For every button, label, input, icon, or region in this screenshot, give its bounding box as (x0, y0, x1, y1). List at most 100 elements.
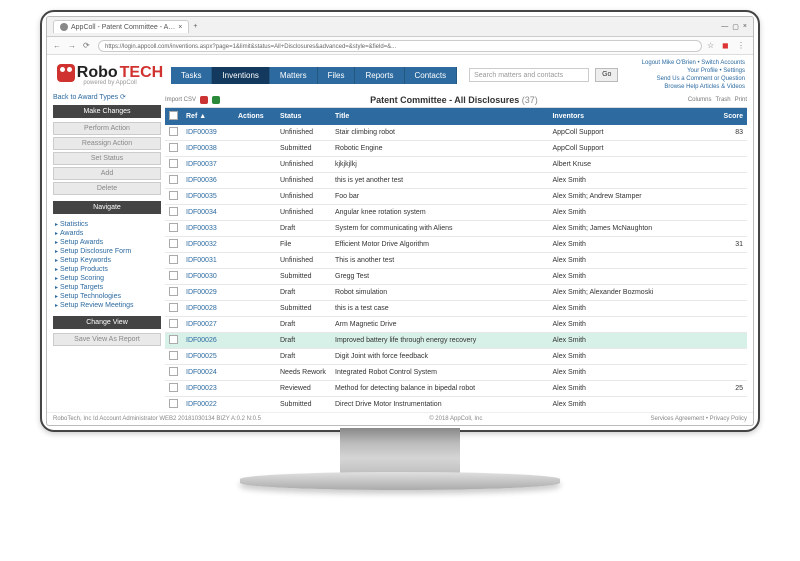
feedback-link[interactable]: Send Us a Comment or Question (657, 76, 745, 82)
table-row[interactable]: IDF00027DraftArm Magnetic DriveAlex Smit… (165, 317, 747, 333)
nav-item-statistics[interactable]: Statistics (53, 220, 161, 229)
table-row[interactable]: IDF00023ReviewedMethod for detecting bal… (165, 381, 747, 397)
col-actions[interactable]: Actions (234, 108, 276, 125)
menu-icon[interactable]: ⋮ (737, 41, 747, 51)
table-row[interactable]: IDF00038SubmittedRobotic EngineAppColl S… (165, 141, 747, 157)
row-checkbox[interactable] (169, 303, 178, 312)
row-checkbox[interactable] (169, 143, 178, 152)
row-checkbox[interactable] (169, 175, 178, 184)
action-add[interactable]: Add (53, 167, 161, 180)
extension-icon[interactable]: ◼ (722, 41, 732, 51)
row-checkbox[interactable] (169, 271, 178, 280)
cell-ref[interactable]: IDF00036 (182, 173, 234, 189)
footer-right[interactable]: Services Agreement • Privacy Policy (651, 416, 747, 422)
table-row[interactable]: IDF00026DraftImproved battery life throu… (165, 333, 747, 349)
col-inventors[interactable]: Inventors (548, 108, 707, 125)
nav-item-setup-products[interactable]: Setup Products (53, 265, 161, 274)
row-checkbox[interactable] (169, 207, 178, 216)
reload-icon[interactable]: ⟳ (83, 41, 93, 51)
table-row[interactable]: IDF00036Unfinishedthis is yet another te… (165, 173, 747, 189)
cell-ref[interactable]: IDF00030 (182, 269, 234, 285)
row-checkbox[interactable] (169, 383, 178, 392)
excel-icon[interactable] (212, 96, 220, 104)
cell-ref[interactable]: IDF00022 (182, 397, 234, 413)
cell-ref[interactable]: IDF00023 (182, 381, 234, 397)
url-input[interactable]: https://login.appcoll.com/inventions.asp… (98, 40, 702, 52)
table-row[interactable]: IDF00024Needs ReworkIntegrated Robot Con… (165, 365, 747, 381)
cell-ref[interactable]: IDF00024 (182, 365, 234, 381)
window-min-icon[interactable]: — (721, 23, 728, 30)
cell-ref[interactable]: IDF00025 (182, 349, 234, 365)
row-checkbox[interactable] (169, 127, 178, 136)
nav-item-setup-keywords[interactable]: Setup Keywords (53, 256, 161, 265)
table-row[interactable]: IDF00030SubmittedGregg TestAlex Smith (165, 269, 747, 285)
nav-item-setup-technologies[interactable]: Setup Technologies (53, 292, 161, 301)
window-close-icon[interactable]: × (743, 23, 747, 30)
browser-tab[interactable]: AppColl - Patent Committee - A… × (53, 20, 189, 33)
row-checkbox[interactable] (169, 239, 178, 248)
new-tab-button[interactable]: + (193, 23, 197, 30)
import-csv-link[interactable]: Import CSV (165, 97, 196, 103)
row-checkbox[interactable] (169, 255, 178, 264)
nav-tab-contacts[interactable]: Contacts (405, 67, 458, 84)
cell-ref[interactable]: IDF00026 (182, 333, 234, 349)
nav-item-setup-review-meetings[interactable]: Setup Review Meetings (53, 301, 161, 310)
nav-item-setup-scoring[interactable]: Setup Scoring (53, 274, 161, 283)
action-delete[interactable]: Delete (53, 182, 161, 195)
action-set-status[interactable]: Set Status (53, 152, 161, 165)
action-perform-action[interactable]: Perform Action (53, 122, 161, 135)
cell-ref[interactable]: IDF00032 (182, 237, 234, 253)
nav-tab-tasks[interactable]: Tasks (171, 67, 212, 84)
cell-ref[interactable]: IDF00038 (182, 141, 234, 157)
logout-link[interactable]: Logout Mike O'Brien • Switch Accounts (642, 60, 745, 66)
table-row[interactable]: IDF00031UnfinishedThis is another testAl… (165, 253, 747, 269)
table-row[interactable]: IDF00033DraftSystem for communicating wi… (165, 221, 747, 237)
table-row[interactable]: IDF00035UnfinishedFoo barAlex Smith; And… (165, 189, 747, 205)
cell-ref[interactable]: IDF00031 (182, 253, 234, 269)
table-row[interactable]: IDF00025DraftDigit Joint with force feed… (165, 349, 747, 365)
nav-tab-inventions[interactable]: Inventions (212, 67, 269, 84)
row-checkbox[interactable] (169, 159, 178, 168)
cell-ref[interactable]: IDF00034 (182, 205, 234, 221)
forward-icon[interactable]: → (68, 41, 78, 51)
nav-tab-files[interactable]: Files (318, 67, 356, 84)
nav-item-awards[interactable]: Awards (53, 229, 161, 238)
nav-tab-reports[interactable]: Reports (355, 67, 404, 84)
row-checkbox[interactable] (169, 351, 178, 360)
cell-ref[interactable]: IDF00033 (182, 221, 234, 237)
row-checkbox[interactable] (169, 287, 178, 296)
profile-link[interactable]: Your Profile • Settings (687, 68, 745, 74)
save-view-button[interactable]: Save View As Report (53, 333, 161, 346)
col-status[interactable]: Status (276, 108, 331, 125)
go-button[interactable]: Go (595, 68, 618, 82)
action-reassign-action[interactable]: Reassign Action (53, 137, 161, 150)
search-input[interactable]: Search matters and contacts (469, 68, 589, 82)
row-checkbox[interactable] (169, 223, 178, 232)
pdf-icon[interactable] (200, 96, 208, 104)
row-checkbox[interactable] (169, 191, 178, 200)
table-row[interactable]: IDF00037UnfinishedkjkjkjlkjAlbert Kruse (165, 157, 747, 173)
print-link[interactable]: Print (735, 97, 747, 103)
col-checkbox[interactable] (165, 108, 182, 125)
col-score[interactable]: Score (707, 108, 747, 125)
col-ref-[interactable]: Ref ▲ (182, 108, 234, 125)
select-all-checkbox[interactable] (169, 111, 178, 120)
cell-ref[interactable]: IDF00039 (182, 125, 234, 141)
cell-ref[interactable]: IDF00027 (182, 317, 234, 333)
row-checkbox[interactable] (169, 319, 178, 328)
cell-ref[interactable]: IDF00029 (182, 285, 234, 301)
cell-ref[interactable]: IDF00037 (182, 157, 234, 173)
disclosure-table-wrap[interactable]: Ref ▲ActionsStatusTitleInventorsScore ID… (165, 107, 747, 412)
star-icon[interactable]: ☆ (707, 41, 717, 51)
table-row[interactable]: IDF00028Submittedthis is a test caseAlex… (165, 301, 747, 317)
col-title[interactable]: Title (331, 108, 548, 125)
nav-tab-matters[interactable]: Matters (270, 67, 318, 84)
cell-ref[interactable]: IDF00035 (182, 189, 234, 205)
row-checkbox[interactable] (169, 367, 178, 376)
row-checkbox[interactable] (169, 335, 178, 344)
table-row[interactable]: IDF00029DraftRobot simulationAlex Smith;… (165, 285, 747, 301)
window-max-icon[interactable]: ▢ (732, 23, 739, 31)
nav-item-setup-disclosure-form[interactable]: Setup Disclosure Form (53, 247, 161, 256)
nav-item-setup-awards[interactable]: Setup Awards (53, 238, 161, 247)
columns-link[interactable]: Columns (688, 97, 712, 103)
